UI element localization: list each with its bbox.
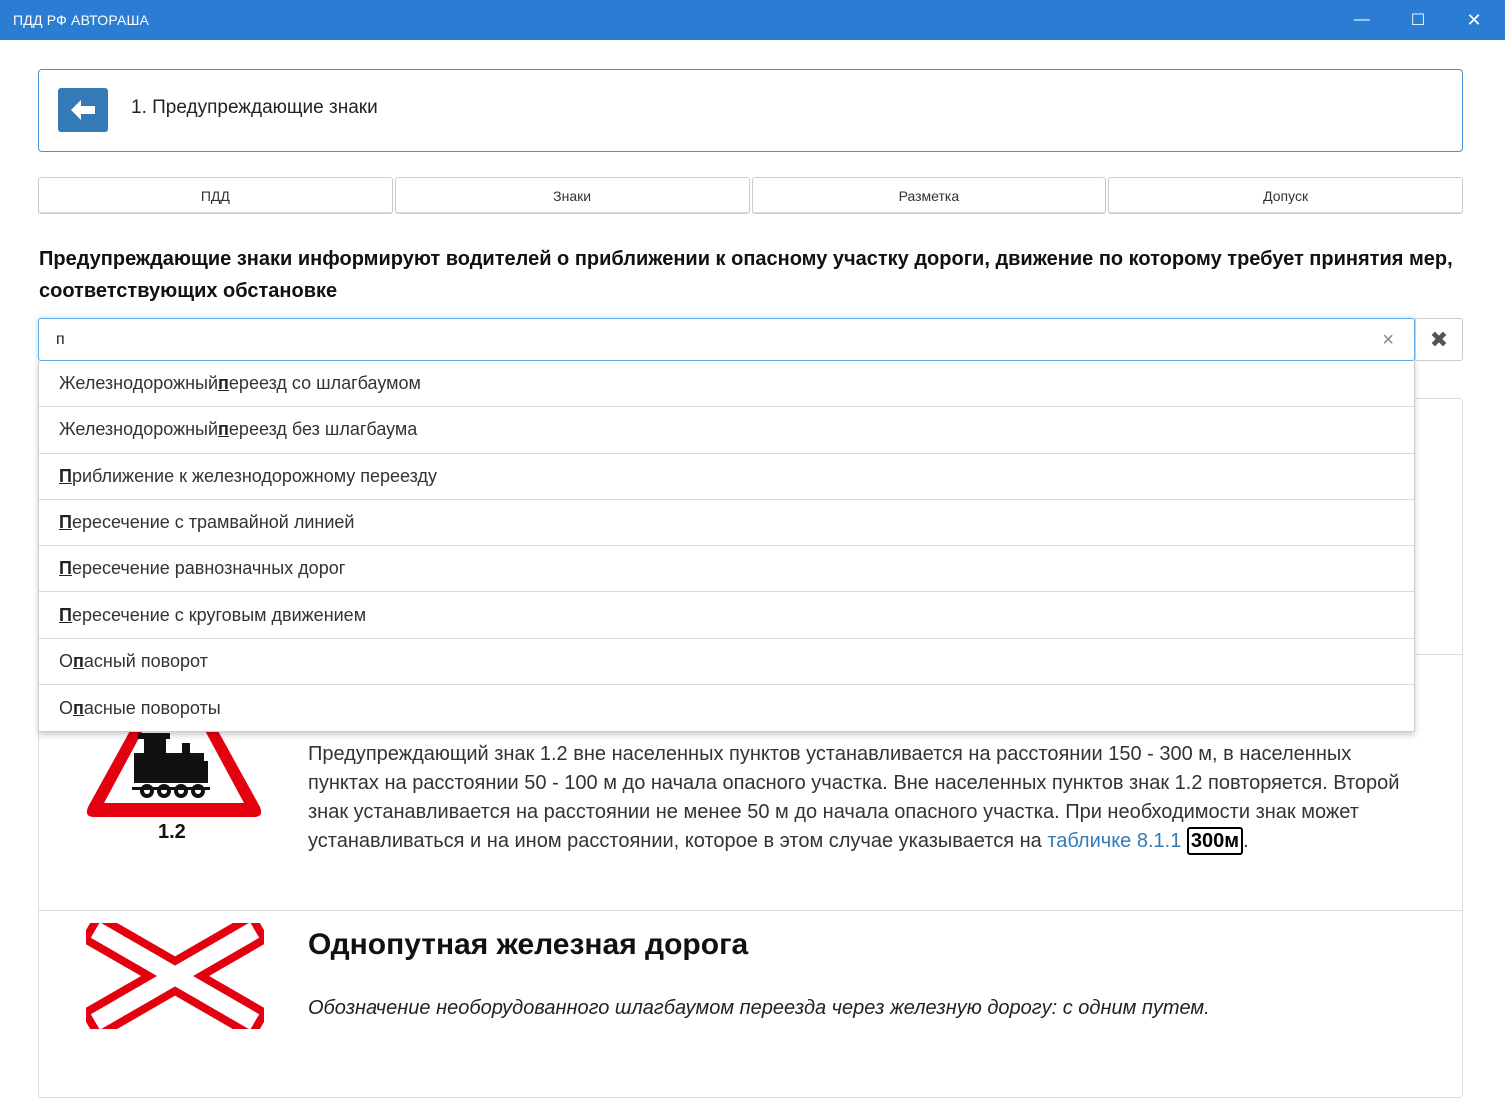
suggestion-item[interactable]: Пересечение с круговым движением bbox=[39, 592, 1414, 639]
suggestion-item[interactable]: Оп асный поворот bbox=[39, 639, 1414, 686]
suggestion-text: ересечение с трамвайной линией bbox=[71, 512, 355, 533]
suggestion-text: ересечение равнозначных дорог bbox=[71, 558, 346, 579]
sign-text-tail: . bbox=[1243, 830, 1249, 852]
suggestion-text: О bbox=[59, 650, 74, 671]
suggestion-item[interactable]: Пересечение с трамвайной линией bbox=[39, 500, 1414, 547]
suggestion-item[interactable]: Приближение к железнодорожному переезду bbox=[39, 454, 1414, 500]
suggestion-item[interactable]: Железнодорожный п ереезд без шлагбаума bbox=[39, 407, 1414, 454]
suggestion-match: П bbox=[59, 465, 72, 486]
suggestion-text: асные повороты bbox=[83, 697, 221, 718]
suggestion-item[interactable]: Железнодорожный п ереезд со шлагбаумом bbox=[39, 361, 1414, 408]
maximize-button[interactable]: ☐ bbox=[1390, 0, 1446, 40]
tab-markings[interactable]: Разметка bbox=[751, 177, 1107, 214]
back-button[interactable] bbox=[58, 88, 108, 132]
list-divider bbox=[38, 910, 1463, 911]
plate-link[interactable]: табличке 8.1.1 bbox=[1047, 830, 1181, 852]
suggestion-text: ереезд без шлагбаума bbox=[228, 419, 418, 440]
search-input[interactable] bbox=[39, 319, 1369, 360]
suggestion-match: П bbox=[59, 558, 72, 579]
tab-pdd[interactable]: ПДД bbox=[38, 177, 393, 214]
section-description: Предупреждающие знаки информируют водите… bbox=[39, 248, 1453, 302]
nav-tabs: ПДД Знаки Разметка Допуск bbox=[38, 177, 1463, 214]
suggestion-match: п bbox=[73, 650, 84, 671]
sign-number: 1.2 bbox=[158, 821, 186, 843]
single-track-railway-sign-icon bbox=[86, 923, 264, 1029]
close-icon: ✖ bbox=[1429, 326, 1449, 352]
suggestion-text: риближение к железнодорожному переезду bbox=[71, 465, 438, 486]
window-title: ПДД РФ АВТОРАША bbox=[13, 12, 150, 28]
tab-admission[interactable]: Допуск bbox=[1108, 177, 1463, 214]
suggestion-match: п bbox=[218, 373, 229, 394]
suggestion-match: П bbox=[59, 604, 72, 625]
distance-plate: 300м bbox=[1186, 827, 1244, 855]
section-header-panel: 1. Предупреждающие знаки bbox=[38, 69, 1463, 152]
suggestion-text: Железнодорожный bbox=[59, 419, 219, 440]
suggestion-text: асный поворот bbox=[83, 650, 208, 671]
arrow-left-icon bbox=[71, 100, 95, 120]
suggestion-text: ереезд со шлагбаумом bbox=[228, 373, 421, 394]
suggestion-item[interactable]: Оп асные повороты bbox=[39, 685, 1414, 731]
suggestion-match: п bbox=[73, 697, 84, 718]
suggestion-match: П bbox=[59, 512, 72, 533]
search-clear-icon[interactable]: × bbox=[1382, 329, 1394, 352]
tab-signs[interactable]: Знаки bbox=[394, 177, 750, 214]
suggestion-text: Железнодорожный bbox=[59, 373, 219, 394]
page-title: 1. Предупреждающие знаки bbox=[131, 97, 378, 118]
suggestion-item[interactable]: Пересечение равнозначных дорог bbox=[39, 546, 1414, 593]
suggestion-match: п bbox=[218, 419, 229, 440]
suggestion-text: О bbox=[59, 697, 74, 718]
sign-description: Обозначение необорудованного шлагбаумом … bbox=[308, 997, 1210, 1019]
search-suggestions: Железнодорожный п ереезд со шлагбаумом Же… bbox=[38, 361, 1415, 733]
search-reset-button[interactable]: ✖ bbox=[1415, 318, 1463, 361]
sign-title: Однопутная железная дорога bbox=[308, 928, 749, 961]
sign-description: Предупреждающий знак 1.2 вне населенных … bbox=[308, 740, 1418, 856]
suggestion-text: ересечение с круговым движением bbox=[71, 604, 367, 625]
close-window-button[interactable]: ✕ bbox=[1446, 0, 1502, 40]
window-titlebar: ПДД РФ АВТОРАША — ☐ ✕ bbox=[0, 0, 1505, 40]
minimize-button[interactable]: — bbox=[1334, 0, 1390, 40]
search-box: × bbox=[38, 318, 1415, 361]
